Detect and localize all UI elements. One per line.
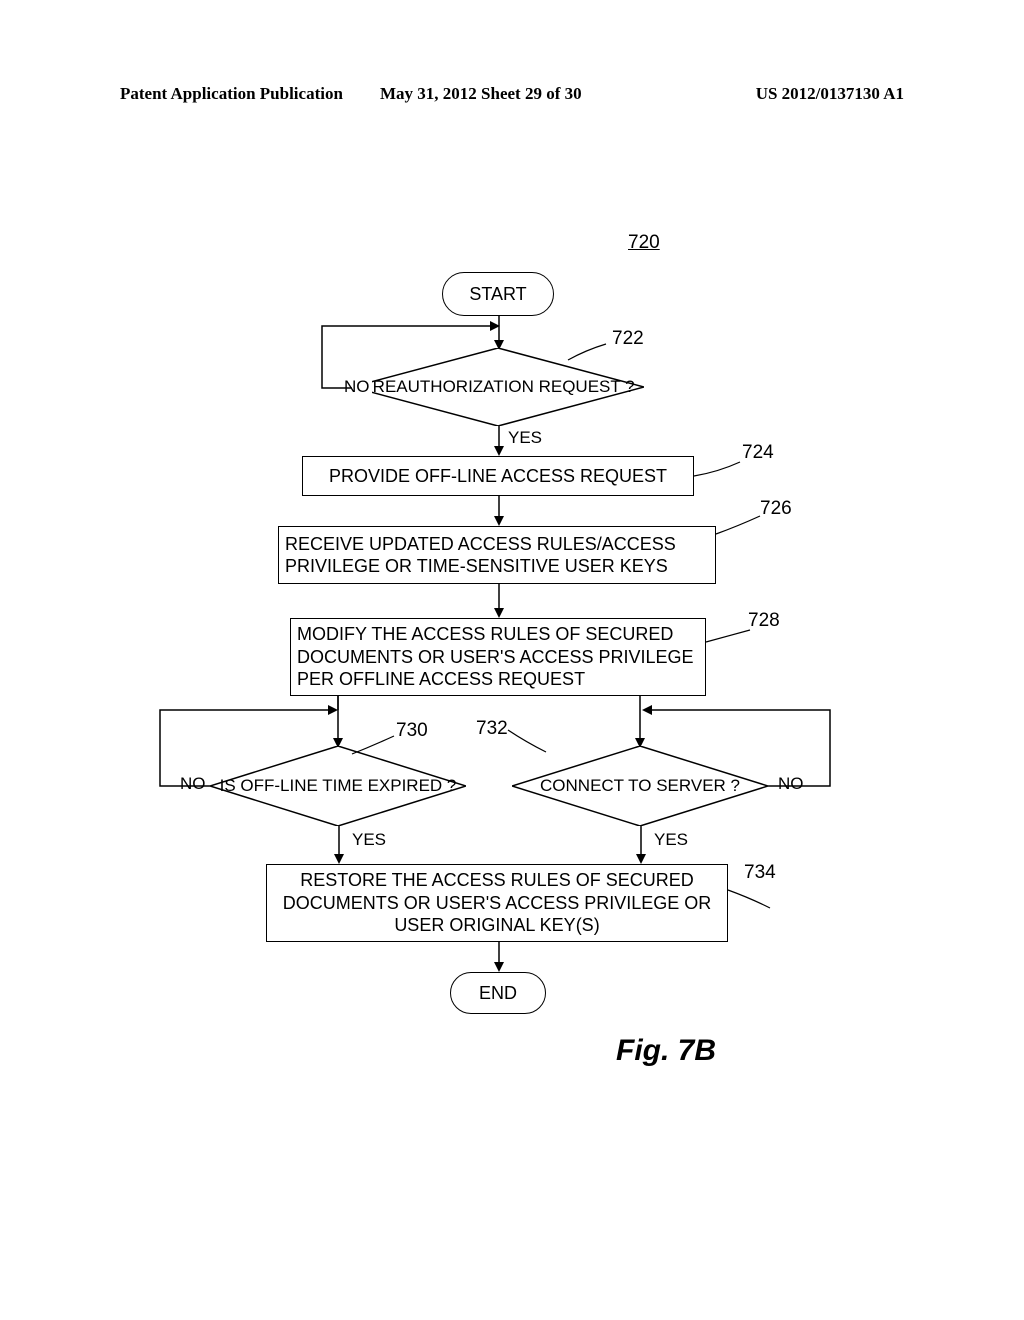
label-yes-730: YES bbox=[350, 830, 388, 850]
arrow-d732-to-b734 bbox=[640, 826, 642, 864]
ref-726: 726 bbox=[760, 498, 792, 520]
arrow-b734-to-end bbox=[498, 942, 500, 972]
ref-720: 720 bbox=[628, 232, 660, 254]
start-terminal: START bbox=[442, 272, 554, 316]
callout-730-line bbox=[352, 734, 396, 756]
ref-730: 730 bbox=[396, 720, 428, 742]
arrow-b726-to-b728 bbox=[498, 584, 500, 618]
callout-734-line bbox=[728, 888, 772, 910]
loop-732-no bbox=[640, 710, 830, 788]
callout-726-line bbox=[716, 514, 762, 536]
box-modify-rules: MODIFY THE ACCESS RULES OF SECURED DOCUM… bbox=[290, 618, 706, 696]
callout-732-line bbox=[508, 728, 548, 754]
flowchart-canvas: 720 START PREAUTHORIZATION REQUEST ? 722… bbox=[0, 0, 1024, 1320]
ref-734: 734 bbox=[744, 862, 776, 884]
end-terminal: END bbox=[450, 972, 546, 1014]
loop-730-no bbox=[160, 710, 340, 788]
box-receive-updated: RECEIVE UPDATED ACCESS RULES/ACCESS PRIV… bbox=[278, 526, 716, 584]
loop-722-no bbox=[322, 326, 502, 388]
callout-728-line bbox=[706, 630, 752, 652]
box-restore-rules: RESTORE THE ACCESS RULES OF SECURED DOCU… bbox=[266, 864, 728, 942]
arrow-b724-to-b726 bbox=[498, 496, 500, 526]
figure-label: Fig. 7B bbox=[616, 1034, 716, 1068]
ref-724: 724 bbox=[742, 442, 774, 464]
arrow-d722-to-b724 bbox=[498, 426, 500, 456]
callout-724-line bbox=[694, 460, 744, 480]
label-yes-732: YES bbox=[652, 830, 690, 850]
box-provide-offline: PROVIDE OFF-LINE ACCESS REQUEST bbox=[302, 456, 694, 496]
label-yes-722: YES bbox=[506, 428, 544, 448]
ref-722: 722 bbox=[612, 328, 644, 350]
arrow-d730-to-b734 bbox=[338, 826, 340, 864]
callout-722-line bbox=[568, 342, 608, 364]
ref-732: 732 bbox=[476, 718, 508, 740]
ref-728: 728 bbox=[748, 610, 780, 632]
